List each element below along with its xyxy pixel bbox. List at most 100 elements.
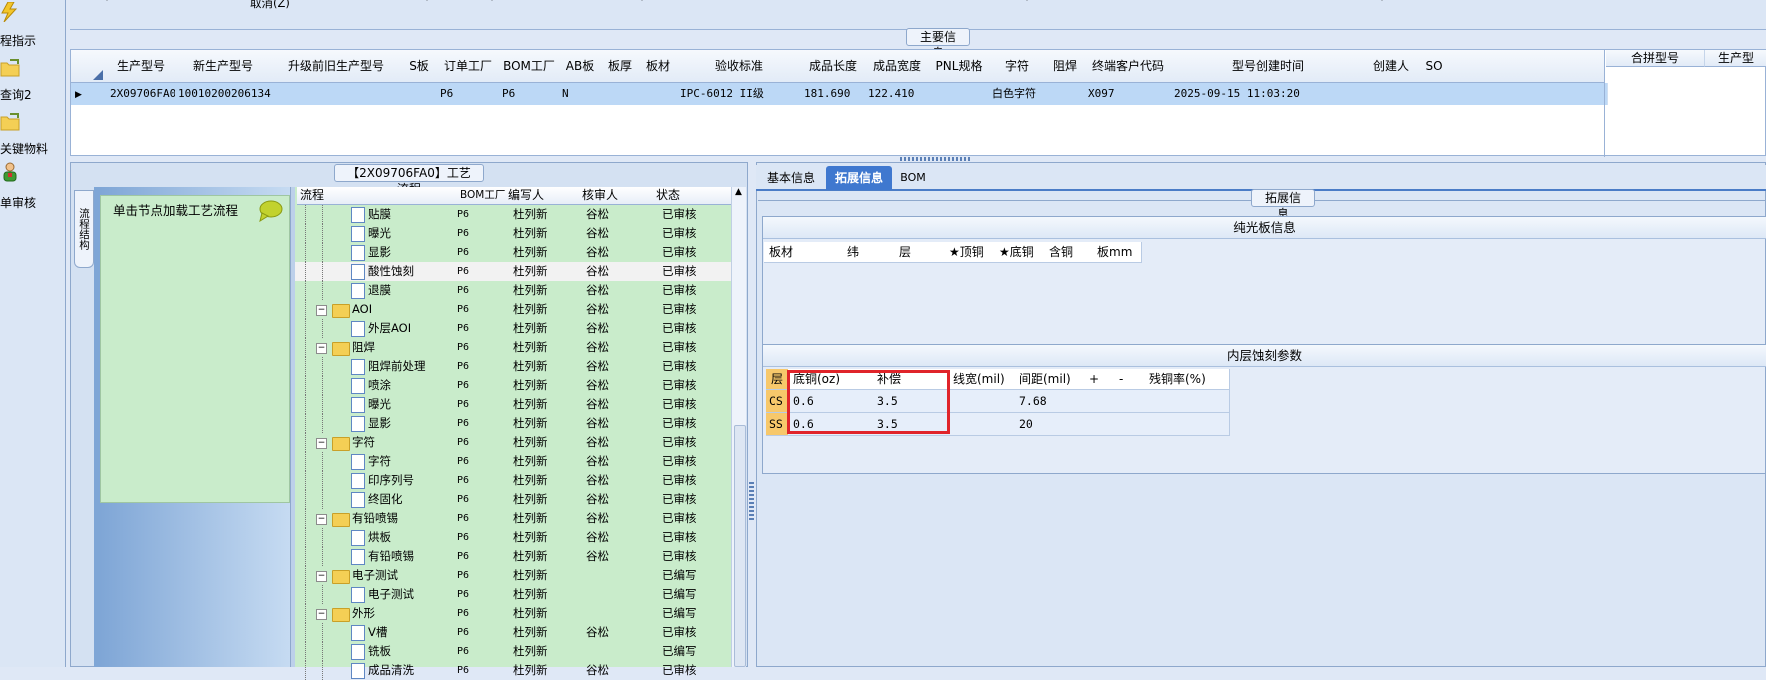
grid-cell[interactable]: P6: [499, 83, 563, 105]
hint-box[interactable]: 单击节点加载工艺流程: [100, 195, 290, 503]
grid-cell[interactable]: [1045, 83, 1089, 105]
column-header[interactable]: 字符: [989, 50, 1046, 83]
column-header[interactable]: BOM工厂: [499, 50, 560, 83]
grid-cell[interactable]: [1365, 83, 1421, 105]
vertical-scrollbar[interactable]: ▲: [731, 187, 746, 667]
column-header[interactable]: 型号创建时间: [1171, 50, 1366, 83]
grid-cell[interactable]: [929, 83, 993, 105]
column-header[interactable]: 阻焊: [1045, 50, 1086, 83]
tree-column-header[interactable]: 状态: [653, 187, 735, 205]
tree-cell-status: 已审核: [662, 378, 697, 392]
grid-cell[interactable]: [401, 83, 441, 105]
grid-cell[interactable]: [601, 83, 643, 105]
grid-cell[interactable]: IPC-6012 II级: [677, 83, 805, 105]
column-header[interactable]: 板厚: [601, 50, 640, 83]
scroll-up-icon[interactable]: ▲: [735, 187, 742, 197]
column-header[interactable]: 创建人: [1365, 50, 1418, 83]
column-header[interactable]: 订单工厂: [437, 50, 500, 83]
side-tab-flow-structure[interactable]: 流程结构: [74, 190, 94, 268]
tree-column-header[interactable]: BOM工厂: [457, 187, 509, 205]
collapse-toggle[interactable]: −: [316, 305, 327, 316]
column-header[interactable]: 成品宽度: [865, 50, 930, 83]
grid-cell[interactable]: [639, 83, 681, 105]
pure-board-column[interactable]: 含铜: [1044, 242, 1098, 263]
tree-cell-name: 有铅喷锡: [368, 549, 414, 563]
grid-cell[interactable]: [271, 83, 405, 105]
column-header[interactable]: S板: [401, 50, 438, 83]
folder-icon: [332, 513, 350, 527]
tree-column-header[interactable]: 编写人: [505, 187, 583, 205]
tree-guide-line: [305, 224, 306, 243]
column-header[interactable]: 升级前旧生产型号: [271, 50, 402, 83]
tree-guide-line: [305, 395, 306, 414]
inner-etch-column[interactable]: 间距(mil): [1014, 369, 1090, 390]
inner-etch-column[interactable]: 线宽(mil): [948, 369, 1020, 390]
column-header[interactable]: 生产型号: [107, 50, 176, 83]
nav-item-query2[interactable]: 查询2: [0, 56, 66, 104]
document-icon: [351, 416, 365, 432]
tree-column-header[interactable]: 流程: [297, 187, 461, 205]
pure-board-column[interactable]: ★底铜: [994, 242, 1050, 263]
inner-etch-cell[interactable]: [1144, 413, 1230, 436]
grid-cell[interactable]: 白色字符: [989, 83, 1049, 105]
highlight-box: [787, 370, 950, 434]
header-filler: [1451, 50, 1605, 83]
column-header[interactable]: 终端客户代码: [1085, 50, 1172, 83]
column-header[interactable]: 板材: [639, 50, 678, 83]
column-header[interactable]: AB板: [559, 50, 602, 83]
side-col-header[interactable]: 合拼型号: [1606, 50, 1705, 67]
nav-item-process[interactable]: 程指示: [0, 0, 66, 48]
scroll-thumb[interactable]: [734, 425, 746, 667]
inner-etch-cell[interactable]: [948, 413, 1020, 436]
grid-cell[interactable]: 10010200206134: [175, 83, 275, 105]
cancel-button[interactable]: 取消(Z): [250, 0, 290, 11]
grid-cell[interactable]: 181.690: [801, 83, 869, 105]
row-filler: [1451, 83, 1608, 105]
document-icon: [351, 587, 365, 603]
tree-cell-writer: 杜列新: [513, 359, 548, 373]
column-header[interactable]: SO: [1417, 50, 1452, 83]
pure-board-column[interactable]: 板材: [764, 242, 848, 263]
inner-etch-cell[interactable]: 20: [1014, 413, 1090, 436]
grid-cell[interactable]: N: [559, 83, 605, 105]
collapse-toggle[interactable]: −: [316, 438, 327, 449]
collapse-toggle[interactable]: −: [316, 343, 327, 354]
horizontal-splitter[interactable]: [900, 157, 970, 161]
document-icon: [351, 663, 365, 679]
nav-item-key-material[interactable]: 关键物料: [0, 110, 66, 158]
tab-basic-info[interactable]: 基本信息: [760, 166, 822, 190]
tree-column-header[interactable]: 核审人: [579, 187, 657, 205]
grid-cell[interactable]: X097: [1085, 83, 1175, 105]
tree-cell-name: 显影: [368, 416, 391, 430]
nav-item-review[interactable]: 单审核: [0, 162, 66, 210]
column-header[interactable]: 验收标准: [677, 50, 802, 83]
document-icon: [351, 530, 365, 546]
inner-etch-column[interactable]: 残铜率(%): [1144, 369, 1230, 390]
column-header[interactable]: 新生产型号: [175, 50, 272, 83]
vertical-splitter[interactable]: [749, 480, 754, 520]
grid-cell[interactable]: [1417, 83, 1455, 105]
tab-extended-info[interactable]: 拓展信息: [826, 166, 892, 190]
grid-cell[interactable]: P6: [437, 83, 503, 105]
inner-etch-cell[interactable]: [948, 390, 1020, 413]
folder-icon: [0, 113, 20, 131]
pure-board-column[interactable]: ★顶铜: [944, 242, 1000, 263]
pure-board-column[interactable]: 纬: [842, 242, 900, 263]
pure-board-column[interactable]: 层: [894, 242, 950, 263]
row-indicator[interactable]: ▶: [71, 83, 112, 105]
document-icon: [351, 207, 365, 223]
tab-bom[interactable]: BOM: [896, 166, 930, 190]
pure-board-column[interactable]: 板mm: [1092, 242, 1142, 263]
grid-cell[interactable]: 2X09706FA0: [107, 83, 179, 105]
tree-guide-line: [322, 642, 323, 661]
collapse-toggle[interactable]: −: [316, 571, 327, 582]
grid-cell[interactable]: 2025-09-15 11:03:20: [1171, 83, 1369, 105]
collapse-toggle[interactable]: −: [316, 609, 327, 620]
column-header[interactable]: PNL规格: [929, 50, 990, 83]
side-col-header[interactable]: 生产型: [1705, 50, 1766, 67]
collapse-toggle[interactable]: −: [316, 514, 327, 525]
inner-etch-cell[interactable]: [1144, 390, 1230, 413]
grid-cell[interactable]: 122.410: [865, 83, 933, 105]
inner-etch-cell[interactable]: 7.68: [1014, 390, 1090, 413]
column-header[interactable]: 成品长度: [801, 50, 866, 83]
